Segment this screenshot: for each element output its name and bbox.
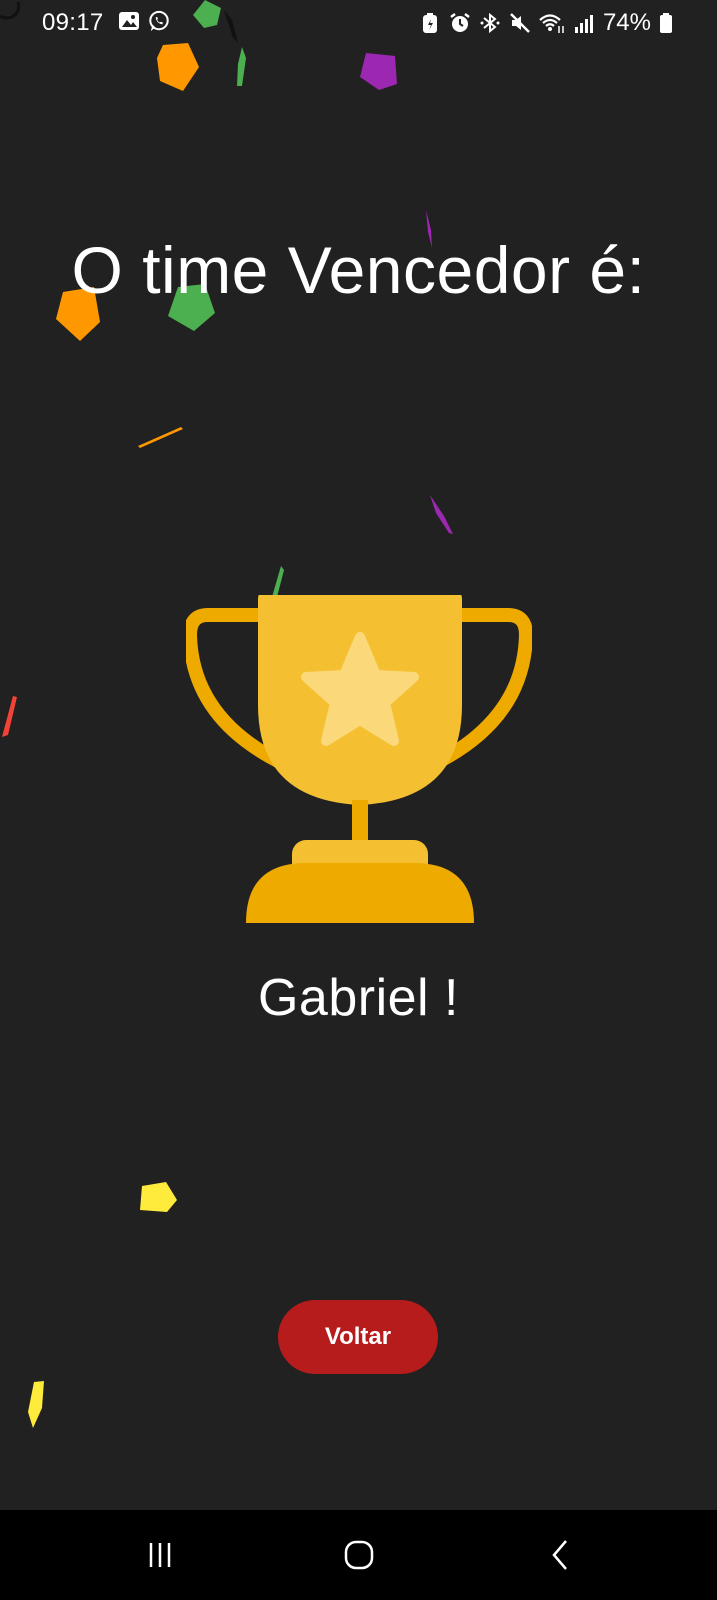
- confetti-piece: [272, 566, 284, 597]
- battery-icon: [660, 13, 672, 33]
- confetti-piece: [2, 696, 17, 737]
- home-icon: [344, 1540, 374, 1570]
- winner-name: Gabriel !: [257, 969, 460, 1027]
- gallery-icon: [119, 12, 139, 30]
- status-system-icons: 74%: [419, 9, 673, 37]
- confetti-piece: [237, 47, 246, 86]
- back-icon: [552, 1540, 567, 1570]
- navigation-bar: [0, 1510, 717, 1600]
- recent-apps-button[interactable]: [130, 1530, 190, 1580]
- nav-back-button[interactable]: [530, 1530, 590, 1580]
- confetti-piece: [430, 495, 453, 534]
- confetti-piece: [140, 1182, 177, 1212]
- recent-apps-icon: [149, 1543, 171, 1567]
- confetti-piece: [138, 427, 183, 448]
- battery-percent: 74%: [602, 9, 651, 36]
- battery-saver-icon: [422, 13, 437, 33]
- alarm-icon: [450, 13, 470, 32]
- page-title: O time Vencedor é:: [71, 233, 646, 307]
- status-bar: 09:17 74%: [0, 0, 717, 46]
- status-time: 09:17: [42, 9, 104, 36]
- confetti-piece: [360, 53, 397, 90]
- mute-icon: [510, 13, 530, 33]
- whatsapp-icon: [149, 10, 169, 32]
- bluetooth-icon: [480, 12, 500, 34]
- confetti-piece: [157, 43, 199, 91]
- home-button[interactable]: [329, 1530, 389, 1580]
- wifi-icon: [539, 14, 564, 33]
- status-notification-icons: [118, 10, 170, 32]
- signal-icon: [574, 15, 593, 33]
- confetti-piece: [28, 1381, 44, 1428]
- back-button[interactable]: Voltar: [278, 1300, 438, 1374]
- trophy-icon: [186, 595, 532, 923]
